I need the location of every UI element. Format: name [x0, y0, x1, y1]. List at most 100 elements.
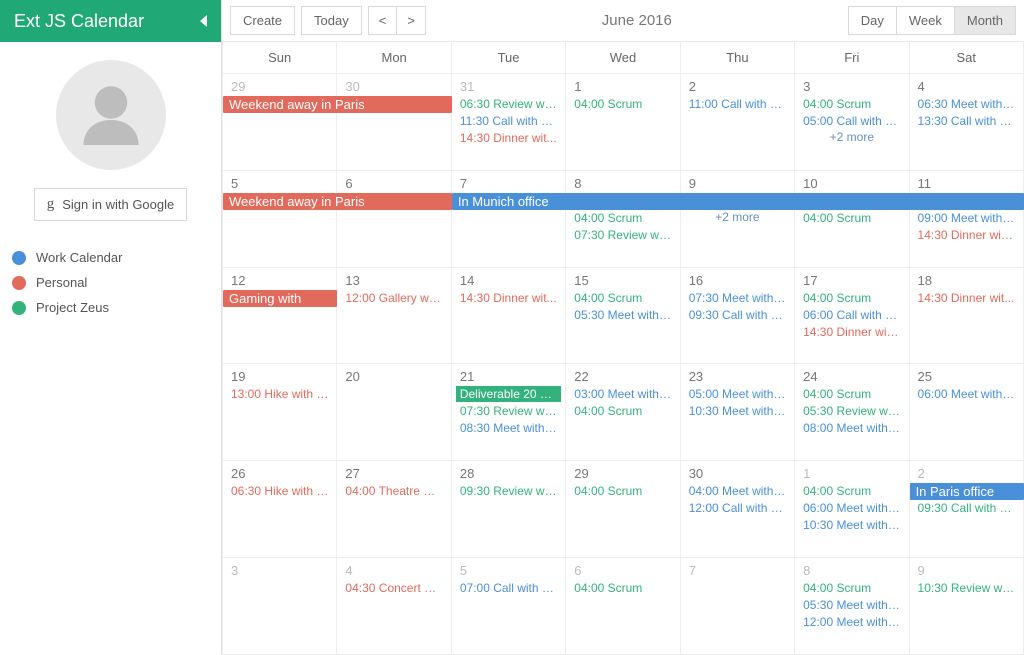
- day-cell[interactable]: 2203:00 Meet with ...04:00 Scrum: [566, 364, 680, 460]
- day-cell[interactable]: 1414:30 Dinner wit...: [452, 268, 566, 364]
- event[interactable]: 14:30 Dinner with..: [799, 324, 904, 340]
- event[interactable]: 11:00 Call with QA: [685, 96, 790, 112]
- day-cell[interactable]: 804:00 Scrum05:30 Meet with ...12:00 Mee…: [795, 558, 909, 654]
- event[interactable]: 04:00 Scrum: [570, 403, 675, 419]
- signin-button[interactable]: g Sign in with Google: [34, 188, 188, 221]
- day-cell[interactable]: 2506:00 Meet with ...: [910, 364, 1024, 460]
- event[interactable]: 04:00 Scrum: [570, 580, 675, 596]
- day-cell[interactable]: 5: [223, 171, 337, 267]
- day-cell[interactable]: 1312:00 Gallery wit...: [337, 268, 451, 364]
- event[interactable]: 03:00 Meet with ...: [570, 386, 675, 402]
- event[interactable]: 04:00 Scrum: [570, 210, 675, 226]
- day-cell[interactable]: 211:00 Call with QA: [681, 74, 795, 170]
- event[interactable]: 05:30 Meet with ...: [799, 597, 904, 613]
- calendar-toggle[interactable]: Project Zeus: [12, 295, 209, 320]
- day-cell[interactable]: 9Deliverable 19 Du..+2 more: [681, 171, 795, 267]
- event[interactable]: 07:30 Review wit...: [570, 227, 675, 243]
- event[interactable]: 06:30 Review wit...: [456, 96, 561, 112]
- day-cell[interactable]: 1704:00 Scrum06:00 Call with M...14:30 D…: [795, 268, 909, 364]
- event[interactable]: 05:00 Call with Re...: [799, 113, 904, 129]
- event[interactable]: 04:00 Scrum: [799, 386, 904, 402]
- event-bar[interactable]: In Paris office: [910, 483, 1024, 500]
- day-cell[interactable]: 2305:00 Meet with ...10:30 Meet with ...: [681, 364, 795, 460]
- day-cell[interactable]: 1109:00 Meet with ...14:30 Dinner with..: [910, 171, 1024, 267]
- event[interactable]: 06:30 Meet with ...: [914, 96, 1019, 112]
- event-bar[interactable]: Weekend away in Paris: [223, 193, 452, 210]
- event[interactable]: 14:30 Dinner wit...: [456, 290, 561, 306]
- view-day[interactable]: Day: [848, 6, 896, 35]
- day-cell[interactable]: 910:30 Review wit...: [910, 558, 1024, 654]
- day-cell[interactable]: 6: [337, 171, 451, 267]
- event-bar[interactable]: Gaming with Louis: [223, 290, 337, 307]
- day-cell[interactable]: 7: [681, 558, 795, 654]
- view-month[interactable]: Month: [954, 6, 1016, 35]
- event[interactable]: 09:00 Meet with ...: [914, 210, 1019, 226]
- event[interactable]: 07:00 Call with M...: [456, 580, 561, 596]
- event[interactable]: 06:00 Call with M...: [799, 307, 904, 323]
- event[interactable]: 04:00 Theatre wi...: [341, 483, 446, 499]
- day-cell[interactable]: 1607:30 Meet with ...09:30 Call with Re.…: [681, 268, 795, 364]
- event[interactable]: 12:00 Call with PM: [685, 500, 790, 516]
- event-bar[interactable]: Weekend away in Paris: [223, 96, 452, 113]
- event[interactable]: 12:00 Meet with ...: [799, 614, 904, 630]
- event[interactable]: 07:30 Review wit...: [456, 403, 561, 419]
- day-cell[interactable]: 406:30 Meet with ...13:30 Call with QA: [910, 74, 1024, 170]
- event[interactable]: 04:00 Scrum: [799, 580, 904, 596]
- event[interactable]: 06:00 Meet with ...: [799, 500, 904, 516]
- event[interactable]: 13:30 Call with QA: [914, 113, 1019, 129]
- event[interactable]: 04:00 Scrum: [570, 483, 675, 499]
- event[interactable]: 08:00 Meet with ...: [799, 420, 904, 436]
- event[interactable]: 14:30 Dinner with..: [914, 227, 1019, 243]
- event[interactable]: 04:00 Meet with ...: [685, 483, 790, 499]
- event[interactable]: 04:00 Scrum: [799, 210, 904, 226]
- event[interactable]: 13:00 Hike with F...: [227, 386, 332, 402]
- day-cell[interactable]: 1913:00 Hike with F...: [223, 364, 337, 460]
- collapse-icon[interactable]: [200, 15, 207, 27]
- day-cell[interactable]: 104:00 Scrum: [566, 74, 680, 170]
- event[interactable]: 06:30 Hike with L...: [227, 483, 332, 499]
- day-cell[interactable]: 3004:00 Meet with ...12:00 Call with PM: [681, 461, 795, 557]
- event[interactable]: 12:00 Gallery wit...: [341, 290, 446, 306]
- event[interactable]: 10:30 Meet with ...: [685, 403, 790, 419]
- day-cell[interactable]: 20: [337, 364, 451, 460]
- day-cell[interactable]: 304:00 Scrum05:00 Call with Re...+2 more: [795, 74, 909, 170]
- calendar-toggle[interactable]: Work Calendar: [12, 245, 209, 270]
- event[interactable]: 07:30 Meet with ...: [685, 290, 790, 306]
- event[interactable]: 04:00 Scrum: [570, 290, 675, 306]
- event[interactable]: 14:30 Dinner wit...: [456, 130, 561, 146]
- event[interactable]: 11:30 Call with QA: [456, 113, 561, 129]
- event[interactable]: 06:00 Meet with ...: [914, 386, 1019, 402]
- event[interactable]: Deliverable 20 D...: [456, 386, 561, 402]
- day-cell[interactable]: 404:30 Concert wi...: [337, 558, 451, 654]
- day-cell[interactable]: 7: [452, 171, 566, 267]
- event[interactable]: 05:30 Review wit...: [799, 403, 904, 419]
- more-link[interactable]: +2 more: [799, 130, 904, 144]
- create-button[interactable]: Create: [230, 6, 295, 35]
- day-cell[interactable]: 2704:00 Theatre wi...: [337, 461, 451, 557]
- day-cell[interactable]: 3: [223, 558, 337, 654]
- event[interactable]: 05:30 Meet with ...: [570, 307, 675, 323]
- event[interactable]: 09:30 Call with Sa...: [914, 500, 1019, 516]
- day-cell[interactable]: 29: [223, 74, 337, 170]
- event[interactable]: 14:30 Dinner wit...: [914, 290, 1019, 306]
- next-button[interactable]: >: [396, 6, 426, 35]
- event[interactable]: 04:00 Scrum: [799, 290, 904, 306]
- day-cell[interactable]: 30: [337, 74, 451, 170]
- event[interactable]: 04:00 Scrum: [799, 483, 904, 499]
- day-cell[interactable]: 21Deliverable 20 D...07:30 Review wit...…: [452, 364, 566, 460]
- view-week[interactable]: Week: [896, 6, 954, 35]
- day-cell[interactable]: 2904:00 Scrum: [566, 461, 680, 557]
- day-cell[interactable]: 1814:30 Dinner wit...: [910, 268, 1024, 364]
- day-cell[interactable]: 2809:30 Review wit...: [452, 461, 566, 557]
- more-link[interactable]: +2 more: [685, 210, 790, 224]
- event[interactable]: 04:00 Scrum: [570, 96, 675, 112]
- event[interactable]: 04:00 Scrum: [799, 96, 904, 112]
- event[interactable]: 10:30 Meet with ...: [799, 517, 904, 533]
- today-button[interactable]: Today: [301, 6, 362, 35]
- day-cell[interactable]: 2404:00 Scrum05:30 Review wit...08:00 Me…: [795, 364, 909, 460]
- event[interactable]: 10:30 Review wit...: [914, 580, 1019, 596]
- day-cell[interactable]: 1504:00 Scrum05:30 Meet with ...: [566, 268, 680, 364]
- calendar-toggle[interactable]: Personal: [12, 270, 209, 295]
- event[interactable]: 08:30 Meet with ...: [456, 420, 561, 436]
- day-cell[interactable]: 1004:00 Scrum: [795, 171, 909, 267]
